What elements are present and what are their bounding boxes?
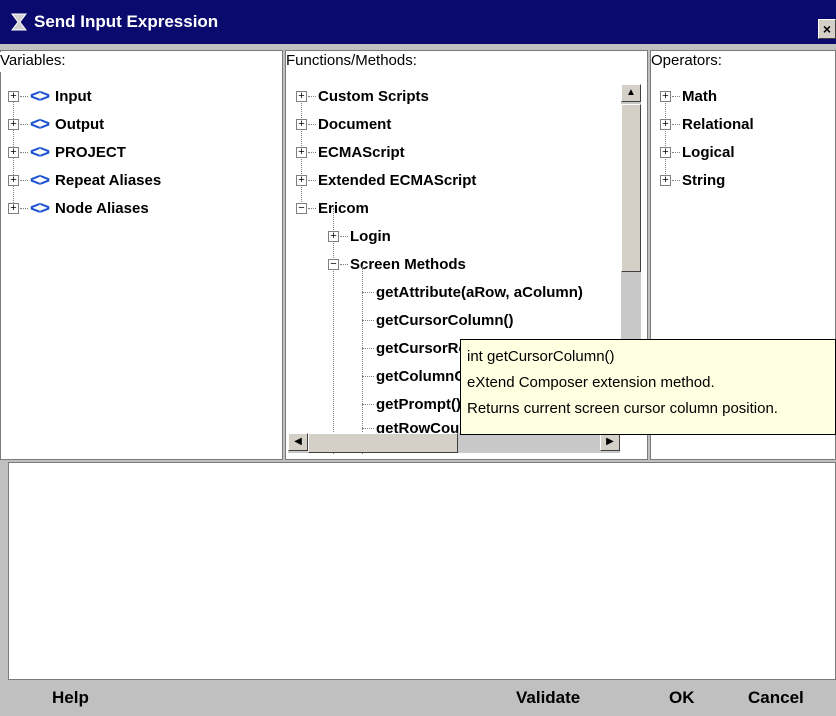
window-title: Send Input Expression [34, 12, 219, 31]
tree-item-label: Custom Scripts [318, 87, 429, 105]
expand-icon[interactable]: + [296, 118, 307, 130]
tree-item-math[interactable]: + Math [660, 84, 717, 108]
expand-icon[interactable]: + [660, 90, 671, 102]
tree-item-input[interactable]: + <> Input [8, 84, 92, 108]
expand-icon[interactable]: + [8, 202, 19, 214]
expand-icon[interactable]: + [660, 174, 671, 186]
help-button[interactable]: Help [52, 683, 112, 713]
expand-icon[interactable]: + [296, 90, 307, 102]
tree-item-string[interactable]: + String [660, 168, 725, 192]
tree-item-label: Ericom [318, 199, 369, 217]
scroll-up-button[interactable]: ▲ [621, 84, 641, 102]
collapse-icon[interactable]: − [328, 258, 339, 270]
expand-icon[interactable]: + [296, 174, 307, 186]
method-label: getPrompt() [376, 395, 461, 413]
title-bar: Send Input Expression × [0, 0, 836, 44]
tree-item-node-aliases[interactable]: + <> Node Aliases [8, 196, 149, 220]
tree-item-label: String [682, 171, 726, 189]
variable-icon: <> [30, 169, 50, 190]
functions-label: Functions/Methods: [286, 52, 647, 72]
tree-item-output[interactable]: + <> Output [8, 112, 104, 136]
method-item[interactable]: getAttribute(aRow, aColumn) [362, 280, 583, 304]
tree-item-label: Login [350, 227, 391, 245]
tree-item-label: Output [55, 115, 105, 133]
scroll-thumb-horizontal[interactable] [308, 433, 458, 453]
variables-label: Variables: [0, 52, 282, 72]
expand-icon[interactable]: + [8, 118, 19, 130]
tree-item-label: Math [682, 87, 717, 105]
tree-item-label: Relational [682, 115, 754, 133]
tree-item-relational[interactable]: + Relational [660, 112, 754, 136]
expand-icon[interactable]: + [8, 174, 19, 186]
tree-item-project[interactable]: + <> PROJECT [8, 140, 126, 164]
tree-item-label: Logical [682, 143, 735, 161]
tree-item-login[interactable]: + Login [328, 224, 391, 248]
tree-item-custom-scripts[interactable]: + Custom Scripts [296, 84, 429, 108]
variable-icon: <> [30, 197, 50, 218]
expand-icon[interactable]: + [328, 230, 339, 242]
variable-icon: <> [30, 85, 50, 106]
cancel-button[interactable]: Cancel [748, 683, 828, 713]
tree-item-screen-methods[interactable]: − Screen Methods [328, 252, 466, 276]
tree-item-label: Repeat Aliases [55, 171, 162, 189]
tree-item-ecmascript[interactable]: + ECMAScript [296, 140, 405, 164]
tree-item-label: Node Aliases [55, 199, 149, 217]
tree-item-label: ECMAScript [318, 143, 405, 161]
collapse-icon[interactable]: − [296, 202, 307, 214]
tooltip-signature: int getCursorColumn() [467, 348, 615, 365]
scroll-thumb[interactable] [621, 104, 641, 272]
expression-editor[interactable] [8, 462, 836, 680]
expand-icon[interactable]: + [660, 118, 671, 130]
scroll-left-button[interactable]: ◀ [288, 433, 308, 451]
close-button[interactable]: × [818, 19, 836, 39]
tree-item-label: Document [318, 115, 392, 133]
tree-item-label: Screen Methods [350, 255, 466, 273]
app-icon [11, 13, 27, 31]
tree-item-label: Input [55, 87, 92, 105]
tree-item-label: PROJECT [55, 143, 126, 161]
tree-item-repeat-aliases[interactable]: + <> Repeat Aliases [8, 168, 161, 192]
tree-item-document[interactable]: + Document [296, 112, 391, 136]
functions-horizontal-scrollbar[interactable]: ◀ ▶ [288, 433, 620, 453]
tooltip-description: Returns current screen cursor column pos… [467, 400, 778, 417]
expand-icon[interactable]: + [660, 146, 671, 158]
expand-icon[interactable]: + [8, 146, 19, 158]
scroll-right-button[interactable]: ▶ [600, 433, 620, 451]
method-label: getAttribute(aRow, aColumn) [376, 283, 583, 301]
variable-icon: <> [30, 113, 50, 134]
tree-item-extended-ecmascript[interactable]: + Extended ECMAScript [296, 168, 476, 192]
expand-icon[interactable]: + [8, 90, 19, 102]
method-item[interactable]: getPrompt() [362, 392, 461, 416]
operators-label: Operators: [651, 52, 835, 72]
ok-button[interactable]: OK [669, 683, 709, 713]
tooltip-kind: eXtend Composer extension method. [467, 374, 715, 391]
validate-button[interactable]: Validate [516, 683, 606, 713]
tree-item-logical[interactable]: + Logical [660, 140, 735, 164]
method-label: getCursorColumn() [376, 311, 514, 329]
variable-icon: <> [30, 141, 50, 162]
method-item[interactable]: getCursorColumn() [362, 308, 514, 332]
method-tooltip: int getCursorColumn() eXtend Composer ex… [460, 339, 836, 435]
expand-icon[interactable]: + [296, 146, 307, 158]
tree-item-label: Extended ECMAScript [318, 171, 477, 189]
